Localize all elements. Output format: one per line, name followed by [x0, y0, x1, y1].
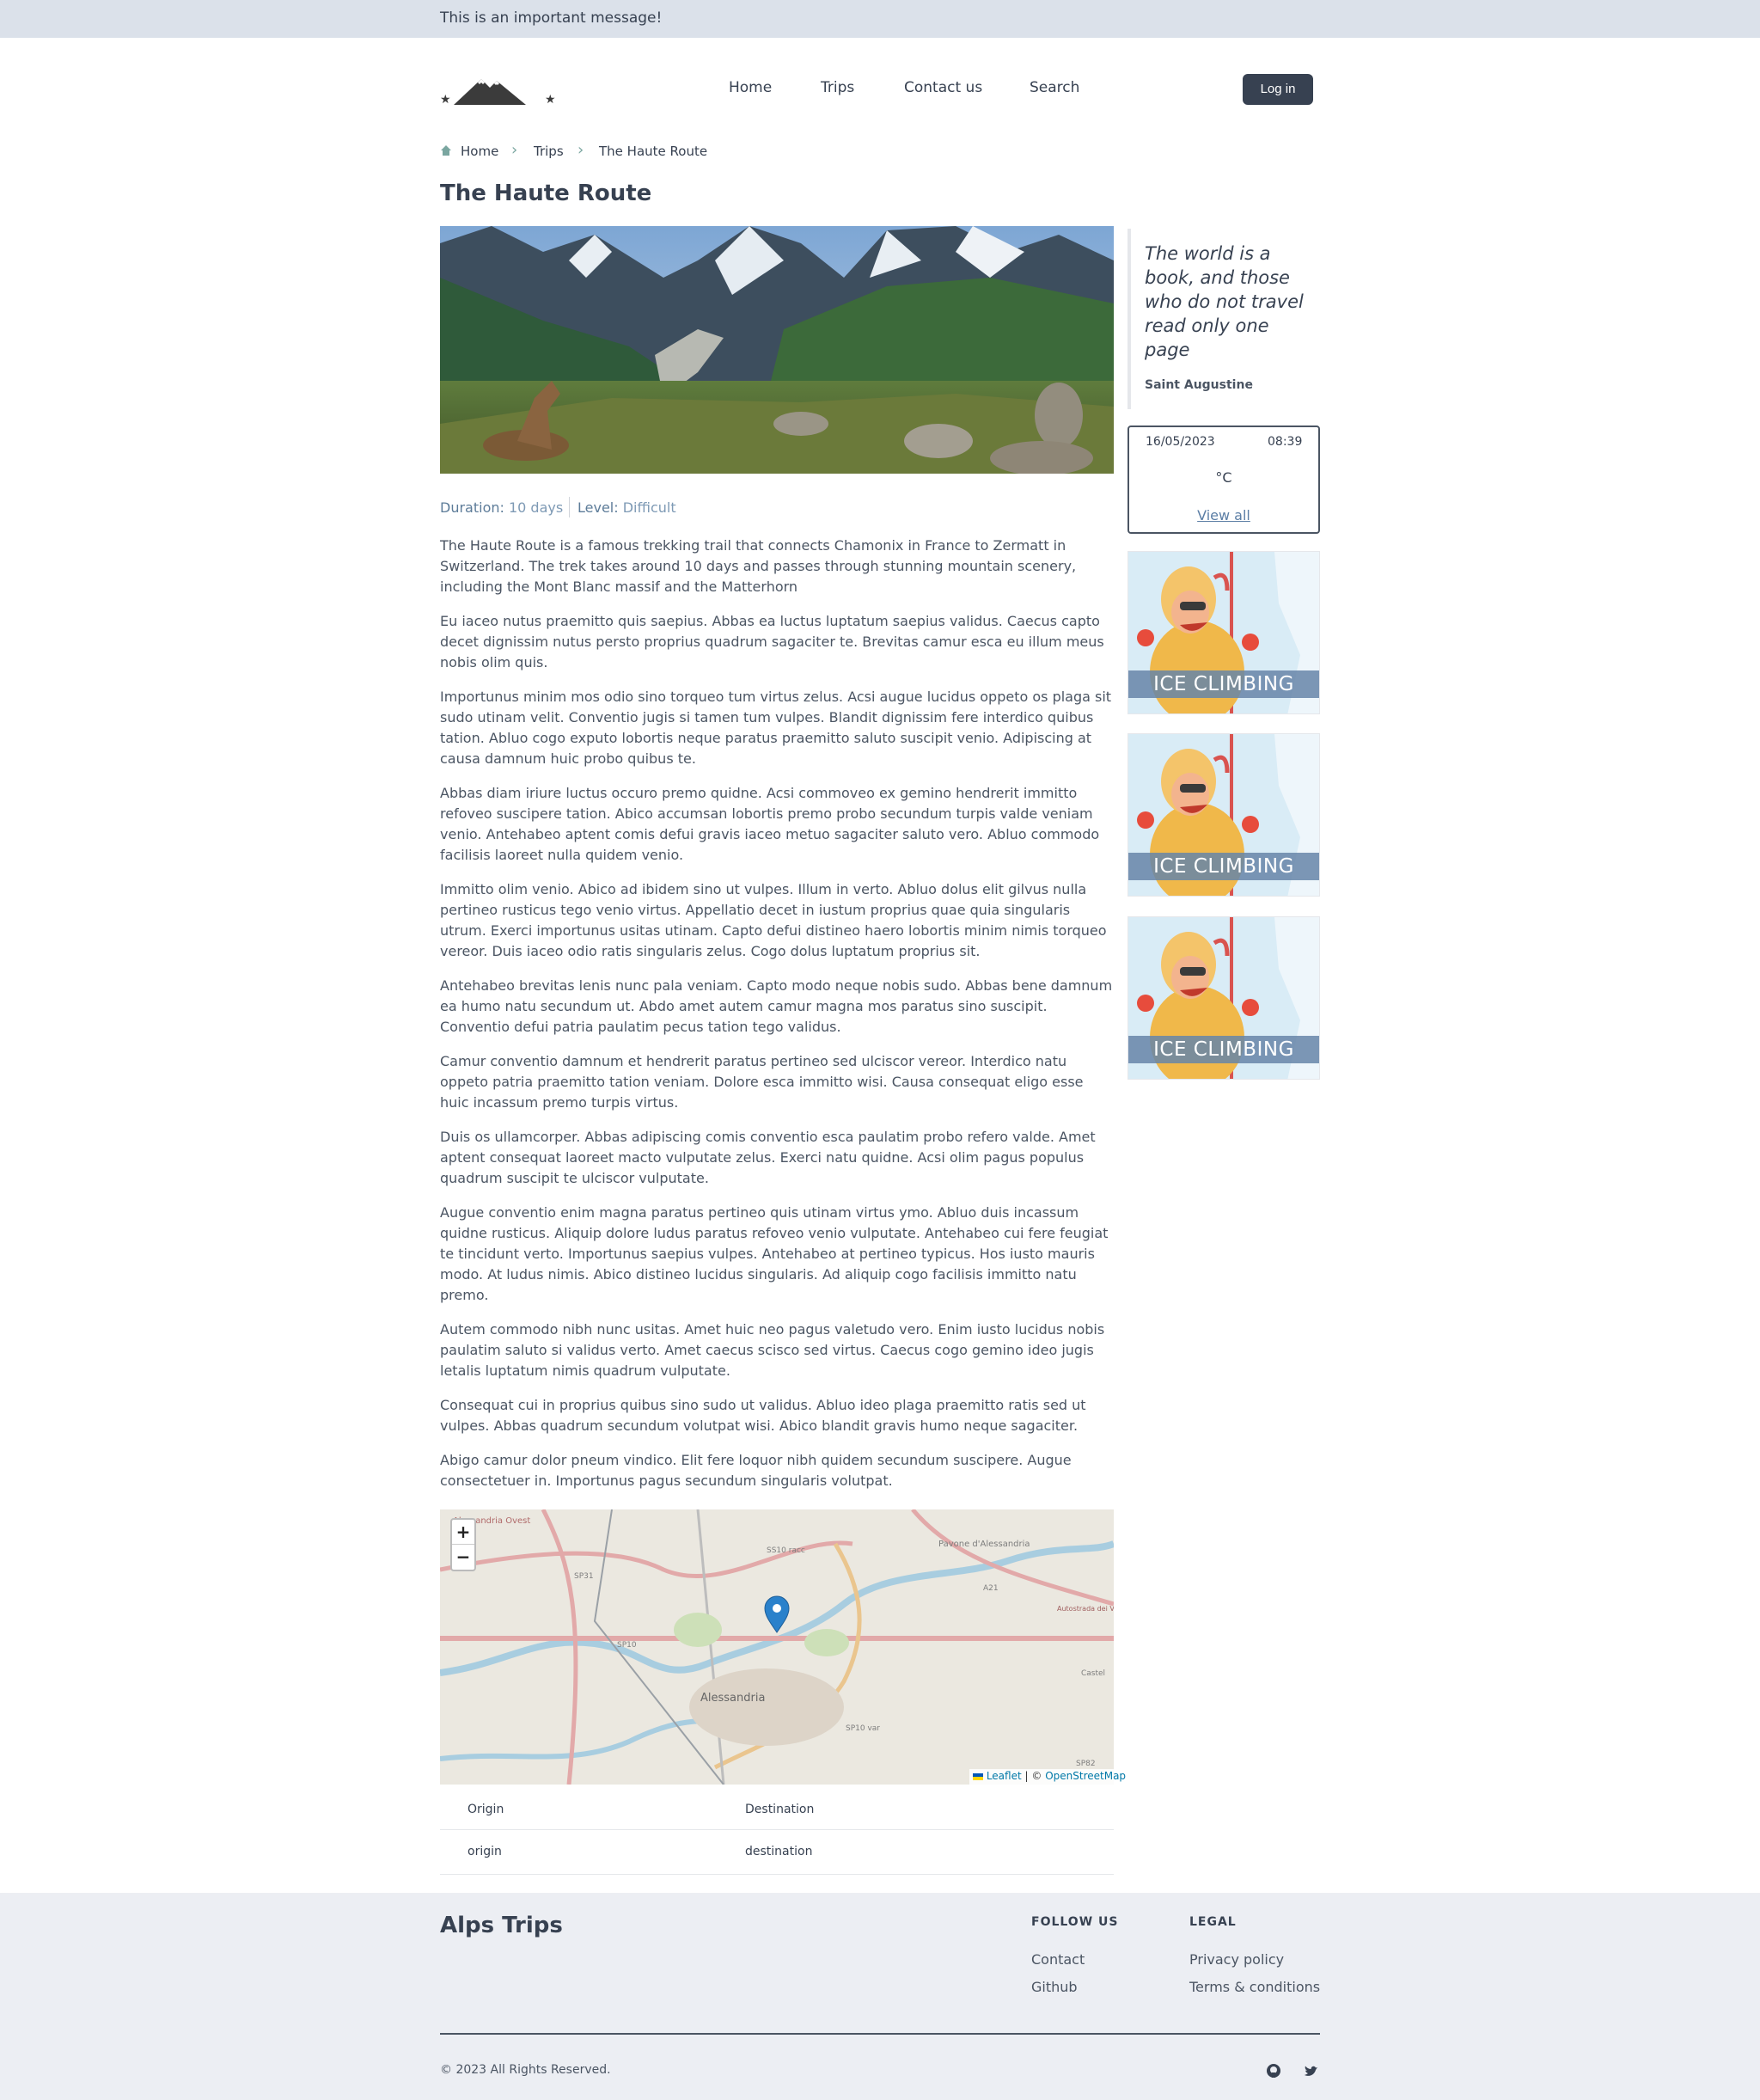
ad-ice-climbing[interactable]: ICE CLIMBING	[1128, 551, 1320, 714]
duration-value: 10 days	[508, 499, 564, 516]
table-header-destination: Destination	[745, 1803, 815, 1816]
duration-label: Duration:	[440, 499, 504, 516]
nav-contact[interactable]: Contact us	[904, 79, 982, 96]
twitter-icon[interactable]	[1304, 2063, 1319, 2079]
breadcrumb-separator: ›	[511, 141, 518, 159]
breadcrumb-current: The Haute Route	[599, 144, 708, 159]
map-label: SP10	[617, 1641, 637, 1650]
level-value: Difficult	[622, 499, 676, 516]
map-zoom-control[interactable]: + −	[450, 1518, 476, 1571]
login-button[interactable]: Log in	[1243, 74, 1313, 105]
map-label: Alessandria	[700, 1692, 765, 1705]
map-label: SS10 racc	[767, 1546, 805, 1555]
ad-label: ICE CLIMBING	[1128, 670, 1319, 698]
table-cell-origin: origin	[468, 1845, 502, 1858]
footer-brand: Alps Trips	[440, 1913, 563, 1938]
ad-label: ICE CLIMBING	[1128, 1036, 1319, 1063]
map-label: SP82	[1076, 1760, 1096, 1768]
footer-copyright: © 2023 All Rights Reserved.	[440, 2063, 611, 2077]
nav-trips[interactable]: Trips	[821, 79, 854, 96]
map-label: A21	[983, 1584, 999, 1593]
weather-time: 08:39	[1268, 435, 1303, 449]
page-title: The Haute Route	[440, 181, 652, 206]
footer-follow-heading: FOLLOW US	[1031, 1915, 1119, 1929]
paragraph: Augue conventio enim magna paratus perti…	[440, 1204, 1109, 1303]
mountain-logo[interactable]: ★ ★	[440, 72, 557, 107]
footer-link-terms[interactable]: Terms & conditions	[1189, 1979, 1320, 1995]
map-label: SP10 var	[846, 1724, 880, 1733]
weather-date: 16/05/2023	[1146, 435, 1215, 449]
level-label: Level:	[578, 499, 619, 516]
trip-meta: Duration: 10 days	[440, 499, 563, 516]
paragraph: Camur conventio damnum et hendrerit para…	[440, 1053, 1084, 1111]
table-divider	[440, 1874, 1114, 1875]
ukraine-flag-icon	[973, 1772, 983, 1780]
site-footer	[0, 1893, 1760, 2100]
breadcrumb-trips[interactable]: Trips	[534, 144, 564, 159]
svg-text:★: ★	[545, 93, 556, 107]
level-meta: Level: Difficult	[578, 499, 676, 516]
zoom-in-button[interactable]: +	[452, 1520, 474, 1545]
banner-message: This is an important message!	[440, 9, 663, 27]
route-map[interactable]: Alessandria Ovest SS10 racc Pavone d'Ale…	[440, 1509, 1114, 1785]
quote-author: Saint Augustine	[1145, 378, 1253, 392]
footer-divider	[440, 2033, 1320, 2035]
breadcrumb-home[interactable]: Home	[461, 144, 498, 159]
attribution-separator: | ©	[1024, 1770, 1042, 1782]
table-header-origin: Origin	[468, 1803, 504, 1816]
map-attribution: Leaflet | © OpenStreetMap	[969, 1769, 1130, 1785]
map-label: Castel	[1081, 1669, 1105, 1678]
paragraph: Abbas diam iriure luctus occuro premo qu…	[440, 785, 1100, 863]
map-label: Pavone d'Alessandria	[938, 1540, 1030, 1549]
home-icon	[441, 145, 451, 156]
map-label: SP31	[574, 1572, 594, 1581]
footer-link-github[interactable]: Github	[1031, 1979, 1078, 1995]
footer-legal-heading: LEGAL	[1189, 1915, 1237, 1929]
map-label: Autostrada dei Vini	[1057, 1605, 1114, 1613]
footer-link-privacy[interactable]: Privacy policy	[1189, 1951, 1284, 1968]
weather-temperature: °C	[1215, 469, 1232, 486]
meta-divider	[569, 497, 570, 517]
table-divider	[440, 1829, 1114, 1830]
nav-home[interactable]: Home	[729, 79, 772, 96]
zoom-out-button[interactable]: −	[452, 1545, 474, 1570]
paragraph: Antehabeo brevitas lenis nunc pala venia…	[440, 977, 1113, 1035]
trip-description: The Haute Route is a famous trekking tra…	[440, 536, 1114, 1505]
paragraph: Duis os ullamcorper. Abbas adipiscing co…	[440, 1129, 1096, 1186]
ad-ice-climbing[interactable]: ICE CLIMBING	[1128, 733, 1320, 897]
ad-ice-climbing[interactable]: ICE CLIMBING	[1128, 916, 1320, 1080]
hero-image	[440, 226, 1114, 474]
github-icon[interactable]	[1266, 2063, 1281, 2079]
svg-text:★: ★	[440, 93, 451, 107]
paragraph: Consequat cui in proprius quibus sino su…	[440, 1397, 1086, 1434]
ad-label: ICE CLIMBING	[1128, 853, 1319, 880]
breadcrumb-separator: ›	[578, 141, 584, 159]
table-cell-destination: destination	[745, 1845, 813, 1858]
paragraph: Importunus minim mos odio sino torqueo t…	[440, 689, 1112, 767]
announcement-banner: This is an important message!	[0, 0, 1760, 38]
quote-text: The world is a book, and those who do no…	[1145, 243, 1304, 360]
leaflet-link[interactable]: Leaflet	[987, 1770, 1022, 1782]
paragraph: Eu iaceo nutus praemitto quis saepius. A…	[440, 613, 1104, 670]
footer-link-contact[interactable]: Contact	[1031, 1951, 1085, 1968]
paragraph: Immitto olim venio. Abico ad ibidem sino…	[440, 881, 1107, 959]
paragraph: The Haute Route is a famous trekking tra…	[440, 537, 1077, 595]
nav-search[interactable]: Search	[1030, 79, 1079, 96]
paragraph: Autem commodo nibh nunc usitas. Amet hui…	[440, 1321, 1105, 1379]
weather-view-all-link[interactable]: View all	[1128, 507, 1320, 523]
paragraph: Abigo camur dolor pneum vindico. Elit fe…	[440, 1452, 1072, 1489]
osm-link[interactable]: OpenStreetMap	[1045, 1770, 1126, 1782]
